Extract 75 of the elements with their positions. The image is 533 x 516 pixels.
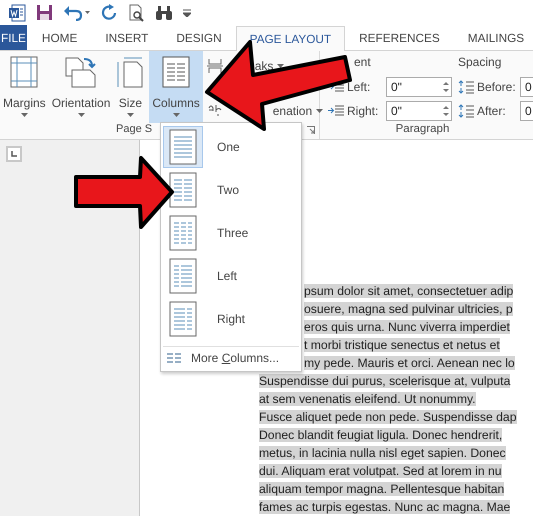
document-text: aliquam tempor magna. Pellentesque habitan [259, 482, 504, 496]
ribbon-button[interactable]: Size [113, 51, 148, 123]
document-text: fames ac turpis egestas. Nunc ac magna. Mae [259, 500, 510, 514]
menu-item[interactable]: Two [163, 168, 299, 211]
document-text: at sem venenatis eleifend. Ut nonummy. [259, 392, 476, 406]
ribbon-button[interactable]: aks [254, 59, 284, 73]
undo-icon[interactable] [63, 4, 91, 21]
ribbon-tab[interactable]: MAILINGS [454, 25, 533, 50]
page-break-icon [206, 58, 223, 74]
size-icon [116, 56, 144, 88]
column-layout-icon [169, 128, 197, 164]
menu-item[interactable]: Three [163, 211, 299, 254]
field-label: Right: [347, 104, 380, 118]
document-text: eros quis urna. Nunc viverra imperdiet [304, 320, 510, 334]
customize-caret-icon[interactable] [183, 8, 191, 16]
document-text: osuere, magna sed pulvinar ultricies, p [304, 302, 513, 316]
column-layout-icon [169, 172, 197, 208]
indent-field[interactable]: 0" [386, 100, 452, 120]
tab-selector-icon[interactable] [6, 146, 22, 162]
menu-item[interactable]: One [163, 125, 299, 168]
ribbon-button[interactable]: Orientation [48, 51, 114, 123]
orientation-icon [64, 56, 98, 88]
document-text: Donec blandit feugiat ligula. Donec hendrerit, [259, 428, 502, 442]
document-text: psum dolor sit amet, consectetuer adip [304, 284, 514, 298]
document-text: metus, in lacinia nulla nisl eget sapien. Donec [259, 446, 506, 460]
caret-icon [126, 113, 134, 117]
indent-right-icon [328, 104, 344, 116]
spacing-after-icon [458, 104, 474, 118]
caret-icon [20, 113, 28, 117]
document-text: dui. Aliquam erat volutpat. Sed at lorem in nu [259, 464, 502, 478]
save-icon[interactable] [36, 4, 53, 21]
group-label: Page S [116, 123, 152, 135]
ribbon-tab[interactable]: PAGE LAYOUT [236, 26, 346, 51]
ribbon-tab[interactable]: INSERT [91, 25, 162, 50]
word-app-icon[interactable] [8, 4, 26, 22]
spacing-field[interactable]: 0 [520, 76, 533, 96]
ribbon-tab[interactable]: REFERENCES [345, 25, 454, 50]
caret-icon [277, 64, 284, 68]
column-layout-icon [169, 258, 197, 294]
columns-icon [162, 56, 190, 88]
column-layout-icon [169, 300, 197, 336]
ribbon-button[interactable]: Margins [0, 51, 49, 123]
column-layout-icon [169, 214, 197, 250]
binoculars-icon[interactable] [155, 4, 173, 20]
spacing-heading: Spacing [458, 55, 502, 69]
dialog-launcher-icon[interactable] [307, 126, 315, 134]
spacing-before-icon [458, 80, 474, 94]
caret-icon [316, 109, 324, 113]
field-label: After: [477, 104, 507, 118]
document-text: t morbi tristique senectus et netus et [304, 338, 500, 352]
menu-item[interactable]: Right [163, 297, 299, 340]
ribbon-button[interactable]: Columns [149, 51, 203, 123]
document-text: my pede. Mauris et orci. Aenean nec lo [304, 356, 515, 370]
document-text: Suspendisse dui purus, scelerisque at, vulputa [259, 374, 510, 388]
document-text: Fusce aliquet pede non pede. Suspendisse dap [259, 410, 516, 424]
menu-item[interactable]: Left [163, 254, 299, 297]
print-preview-icon[interactable] [128, 4, 145, 22]
menu-item[interactable]: More Columns... [163, 347, 299, 369]
margins-icon [10, 56, 38, 88]
spinner-icon[interactable] [443, 104, 449, 116]
ribbon-tab[interactable]: FILE [0, 25, 27, 50]
caret-icon [172, 113, 180, 117]
field-label: Left: [347, 80, 372, 94]
ribbon-tab[interactable]: DESIGN [162, 25, 236, 50]
spinner-icon[interactable] [443, 80, 449, 92]
redo-icon[interactable] [101, 4, 118, 21]
field-label: Before: [477, 80, 517, 94]
ribbon-tab[interactable]: HOME [28, 25, 92, 50]
columns-icon [167, 353, 181, 363]
spacing-field[interactable]: 0 [520, 100, 533, 120]
indent-field[interactable]: 0" [386, 76, 452, 96]
caret-icon [78, 113, 85, 117]
indent-heading: ent [354, 55, 371, 69]
ribbon-button[interactable]: enation [272, 104, 324, 118]
group-label: Paragraph [396, 123, 450, 135]
